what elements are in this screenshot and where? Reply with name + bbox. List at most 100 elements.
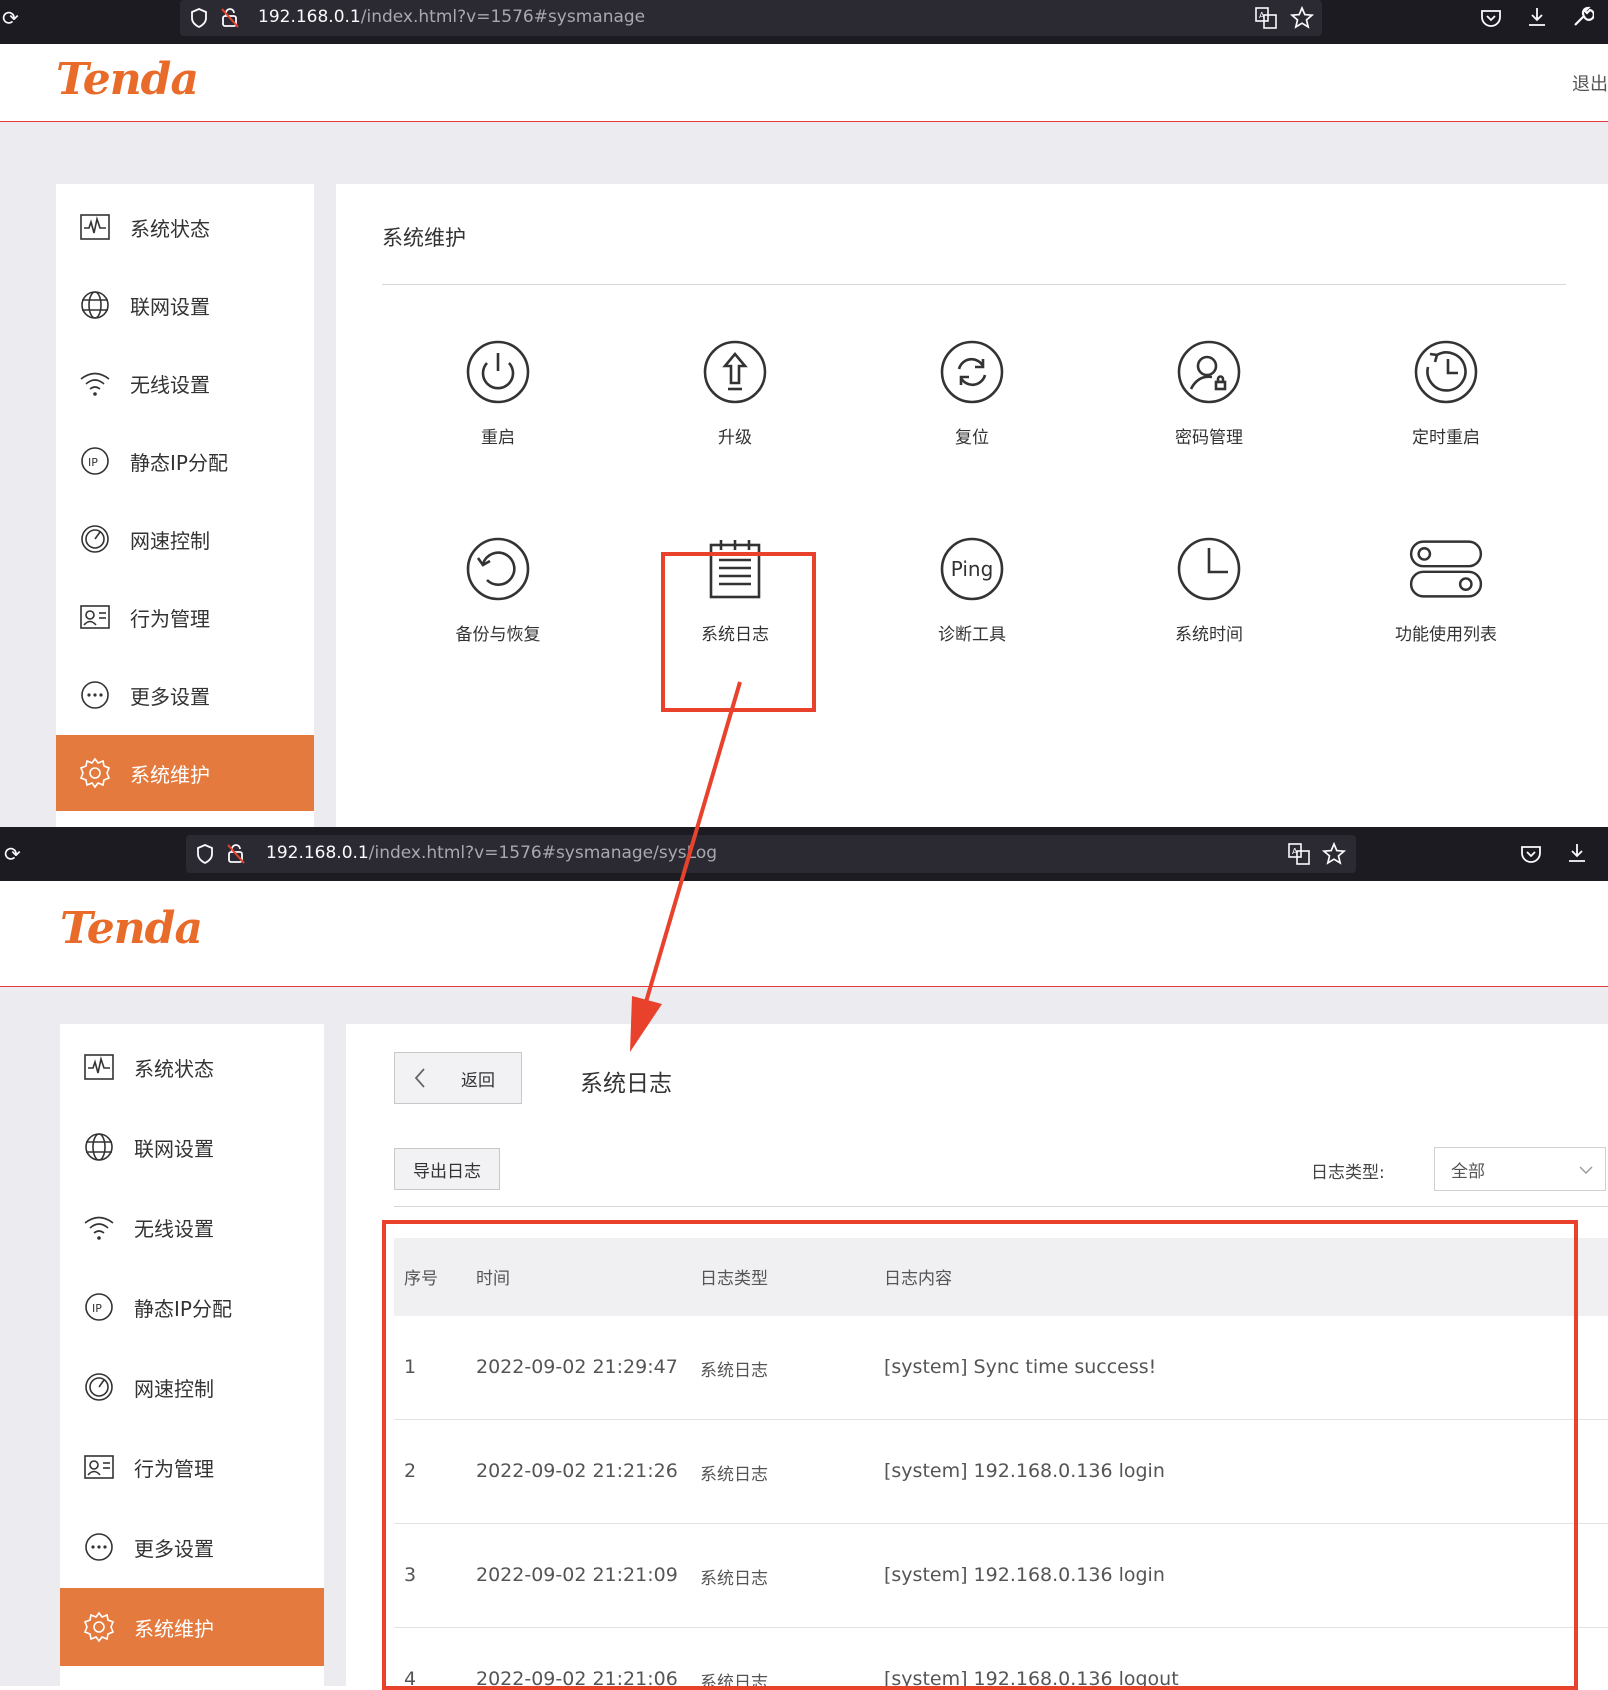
sidebar-item-label: 行为管理 xyxy=(134,1456,214,1481)
url-bar[interactable]: 192.168.0.1/index.html?v=1576#sysmanage … xyxy=(180,0,1322,36)
tool-ping[interactable]: Ping 诊断工具 xyxy=(872,536,1072,645)
sidebar-item-label: 联网设置 xyxy=(130,294,210,319)
translate-icon[interactable]: A xyxy=(1288,843,1310,865)
sidebar-item-speedometer[interactable]: 网速控制 xyxy=(56,501,314,577)
sidebar-item-gear[interactable]: 系统维护 xyxy=(60,1588,324,1666)
bookmark-star-icon[interactable] xyxy=(1290,6,1314,30)
tool-backup-restore[interactable]: 备份与恢复 xyxy=(398,536,598,645)
download-icon[interactable] xyxy=(1566,842,1588,864)
export-log-button[interactable]: 导出日志 xyxy=(394,1148,500,1190)
reset-icon xyxy=(939,339,1005,405)
sidebar-item-user-card[interactable]: 行为管理 xyxy=(60,1428,324,1506)
sidebar-nav: 系统状态联网设置无线设置 IP 静态IP分配 网速控制行为管理更多设置系统维护 xyxy=(56,184,314,827)
tool-reset[interactable]: 复位 xyxy=(872,339,1072,448)
url-path: /index.html?v=1576#sysmanage xyxy=(360,7,646,27)
sidebar-item-label: 系统状态 xyxy=(134,1056,214,1081)
ip-icon: IP xyxy=(82,1290,116,1324)
tool-label: 重启 xyxy=(481,428,515,448)
log-type-select[interactable]: 全部 xyxy=(1434,1147,1606,1191)
logout-link[interactable]: 退出 xyxy=(1572,70,1608,96)
title-divider xyxy=(382,284,1566,285)
url-path: /index.html?v=1576#sysmanage/sysLog xyxy=(368,843,718,863)
activity-icon xyxy=(78,210,112,244)
ip-icon: IP xyxy=(78,444,112,478)
svg-text:IP: IP xyxy=(92,1302,102,1315)
sidebar-item-more[interactable]: 更多设置 xyxy=(60,1508,324,1586)
tool-clock[interactable]: 系统时间 xyxy=(1109,536,1309,645)
tool-label: 备份与恢复 xyxy=(455,625,541,645)
sidebar-item-wifi[interactable]: 无线设置 xyxy=(60,1188,324,1266)
gear-icon xyxy=(82,1610,116,1644)
sidebar-item-activity[interactable]: 系统状态 xyxy=(56,189,314,265)
svg-text:IP: IP xyxy=(88,456,98,469)
highlight-log-table xyxy=(382,1220,1578,1690)
highlight-system-log-tool xyxy=(661,552,816,712)
sidebar-item-label: 无线设置 xyxy=(130,372,210,397)
reload-icon[interactable]: ⟳ xyxy=(2,8,19,28)
sidebar-item-activity[interactable]: 系统状态 xyxy=(60,1028,324,1106)
power-icon xyxy=(465,339,531,405)
tool-label: 功能使用列表 xyxy=(1395,625,1497,645)
url-host: 192.168.0.1 xyxy=(266,843,369,863)
insecure-lock-icon xyxy=(221,8,239,28)
sidebar-item-globe[interactable]: 联网设置 xyxy=(56,267,314,343)
sidebar-item-user-card[interactable]: 行为管理 xyxy=(56,579,314,655)
ping-icon: Ping xyxy=(939,536,1005,602)
user-card-icon xyxy=(82,1450,116,1484)
sidebar-item-label: 静态IP分配 xyxy=(130,450,228,475)
reload-icon[interactable]: ⟳ xyxy=(4,844,21,864)
tool-password-user[interactable]: 密码管理 xyxy=(1109,339,1309,448)
url-bar[interactable]: 192.168.0.1/index.html?v=1576#sysmanage/… xyxy=(186,835,1356,873)
tenda-logo: Tenda xyxy=(56,54,199,105)
more-icon xyxy=(82,1530,116,1564)
sidebar-item-label: 系统状态 xyxy=(130,216,210,241)
sidebar-item-label: 更多设置 xyxy=(130,684,210,709)
sidebar-item-globe[interactable]: 联网设置 xyxy=(60,1108,324,1186)
sidebar-item-label: 系统维护 xyxy=(130,762,210,787)
sidebar-item-more[interactable]: 更多设置 xyxy=(56,657,314,733)
tool-power[interactable]: 重启 xyxy=(398,339,598,448)
clock-icon xyxy=(1176,536,1242,602)
sidebar-item-ip[interactable]: IP 静态IP分配 xyxy=(60,1268,324,1346)
sidebar-item-label: 静态IP分配 xyxy=(134,1296,232,1321)
browser-toolbar: ⟳ 192.168.0.1/index.html?v=1576#sysmanag… xyxy=(0,0,1608,44)
chevron-down-icon xyxy=(1579,1166,1593,1174)
tool-toggles[interactable]: 功能使用列表 xyxy=(1346,536,1546,645)
download-icon[interactable] xyxy=(1526,6,1548,28)
shield-icon xyxy=(191,8,207,28)
sidebar-item-label: 更多设置 xyxy=(134,1536,214,1561)
sidebar-item-wifi[interactable]: 无线设置 xyxy=(56,345,314,421)
pocket-icon[interactable] xyxy=(1520,844,1542,864)
tool-timed-reboot[interactable]: 定时重启 xyxy=(1346,339,1546,448)
bookmark-star-icon[interactable] xyxy=(1322,842,1346,866)
upgrade-icon xyxy=(702,339,768,405)
app-header: Tenda xyxy=(0,881,1608,987)
activity-icon xyxy=(82,1050,116,1084)
toggles-icon xyxy=(1407,536,1485,602)
sidebar-item-gear[interactable]: 系统维护 xyxy=(56,735,314,811)
url-host: 192.168.0.1 xyxy=(258,7,361,27)
speedometer-icon xyxy=(78,522,112,556)
tool-label: 定时重启 xyxy=(1412,428,1480,448)
sidebar-item-label: 无线设置 xyxy=(134,1216,214,1241)
sidebar-item-label: 网速控制 xyxy=(134,1376,214,1401)
insecure-lock-icon xyxy=(227,844,245,864)
main-panel: 系统维护 重启 升级 复位 密码管理 定时重启 备份与恢复 系统日志 Ping 诊断工具 系统时间… xyxy=(336,184,1608,827)
back-button[interactable]: 返回 xyxy=(394,1052,522,1104)
tool-label: 升级 xyxy=(718,428,752,448)
sidebar-item-label: 网速控制 xyxy=(130,528,210,553)
sidebar-item-ip[interactable]: IP 静态IP分配 xyxy=(56,423,314,499)
tool-upgrade[interactable]: 升级 xyxy=(635,339,835,448)
password-user-icon xyxy=(1176,339,1242,405)
pocket-icon[interactable] xyxy=(1480,8,1502,28)
wifi-icon xyxy=(82,1210,116,1244)
shield-icon xyxy=(197,844,213,864)
browser-toolbar: ⟳ 192.168.0.1/index.html?v=1576#sysmanag… xyxy=(0,827,1608,881)
globe-icon xyxy=(78,288,112,322)
svg-text:A: A xyxy=(1292,847,1298,856)
translate-icon[interactable]: A xyxy=(1255,7,1277,29)
user-card-icon xyxy=(78,600,112,634)
wrench-icon[interactable] xyxy=(1572,6,1594,28)
sidebar-item-speedometer[interactable]: 网速控制 xyxy=(60,1348,324,1426)
back-label: 返回 xyxy=(461,1070,495,1091)
